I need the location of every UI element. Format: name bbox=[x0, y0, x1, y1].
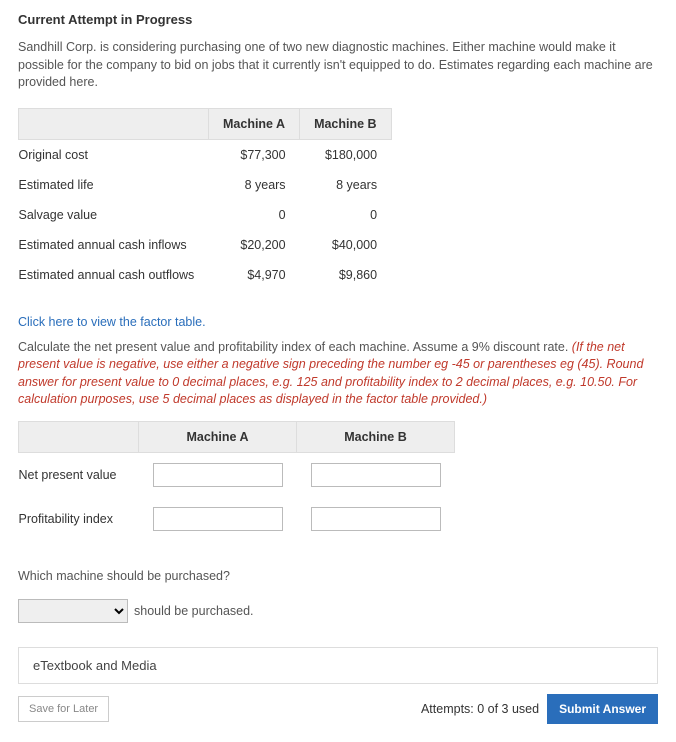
pi-a-input[interactable] bbox=[153, 507, 283, 531]
factor-table-link[interactable]: Click here to view the factor table. bbox=[18, 315, 206, 329]
row-label: Salvage value bbox=[19, 200, 209, 230]
row-val-b: $180,000 bbox=[300, 139, 392, 170]
answer-row: Profitability index bbox=[19, 497, 455, 541]
pi-b-input[interactable] bbox=[311, 507, 441, 531]
answer-row: Net present value bbox=[19, 452, 455, 497]
row-val-b: $40,000 bbox=[300, 230, 392, 260]
row-label: Original cost bbox=[19, 139, 209, 170]
col-header-b: Machine B bbox=[300, 108, 392, 139]
row-val-b: 0 bbox=[300, 200, 392, 230]
instruction-text: Calculate the net present value and prof… bbox=[18, 339, 658, 409]
table-row: Original cost $77,300 $180,000 bbox=[19, 139, 392, 170]
answer-row-label: Net present value bbox=[19, 452, 139, 497]
table-row: Estimated life 8 years 8 years bbox=[19, 170, 392, 200]
row-val-a: $4,970 bbox=[209, 260, 300, 290]
machine-select[interactable] bbox=[18, 599, 128, 623]
etextbook-media-panel[interactable]: eTextbook and Media bbox=[18, 647, 658, 684]
npv-a-input[interactable] bbox=[153, 463, 283, 487]
which-question: Which machine should be purchased? bbox=[18, 569, 658, 583]
answer-row-label: Profitability index bbox=[19, 497, 139, 541]
table-row: Estimated annual cash inflows $20,200 $4… bbox=[19, 230, 392, 260]
answer-table: Machine A Machine B Net present value Pr… bbox=[18, 421, 455, 541]
row-val-a: 8 years bbox=[209, 170, 300, 200]
attempt-title: Current Attempt in Progress bbox=[18, 12, 658, 27]
answer-col-b: Machine B bbox=[297, 421, 455, 452]
row-val-a: $77,300 bbox=[209, 139, 300, 170]
npv-b-input[interactable] bbox=[311, 463, 441, 487]
save-for-later-button[interactable]: Save for Later bbox=[18, 696, 109, 722]
row-val-b: 8 years bbox=[300, 170, 392, 200]
submit-answer-button[interactable]: Submit Answer bbox=[547, 694, 658, 724]
answer-col-a: Machine A bbox=[139, 421, 297, 452]
col-header-a: Machine A bbox=[209, 108, 300, 139]
row-val-b: $9,860 bbox=[300, 260, 392, 290]
footer-row: Save for Later Attempts: 0 of 3 used Sub… bbox=[18, 694, 658, 724]
table-row: Salvage value 0 0 bbox=[19, 200, 392, 230]
instruction-plain: Calculate the net present value and prof… bbox=[18, 340, 572, 354]
estimates-table: Machine A Machine B Original cost $77,30… bbox=[18, 108, 392, 290]
row-label: Estimated life bbox=[19, 170, 209, 200]
row-val-a: 0 bbox=[209, 200, 300, 230]
row-val-a: $20,200 bbox=[209, 230, 300, 260]
table-row: Estimated annual cash outflows $4,970 $9… bbox=[19, 260, 392, 290]
attempts-text: Attempts: 0 of 3 used bbox=[421, 702, 539, 716]
should-text: should be purchased. bbox=[134, 604, 254, 618]
row-label: Estimated annual cash inflows bbox=[19, 230, 209, 260]
row-label: Estimated annual cash outflows bbox=[19, 260, 209, 290]
intro-text: Sandhill Corp. is considering purchasing… bbox=[18, 39, 658, 92]
